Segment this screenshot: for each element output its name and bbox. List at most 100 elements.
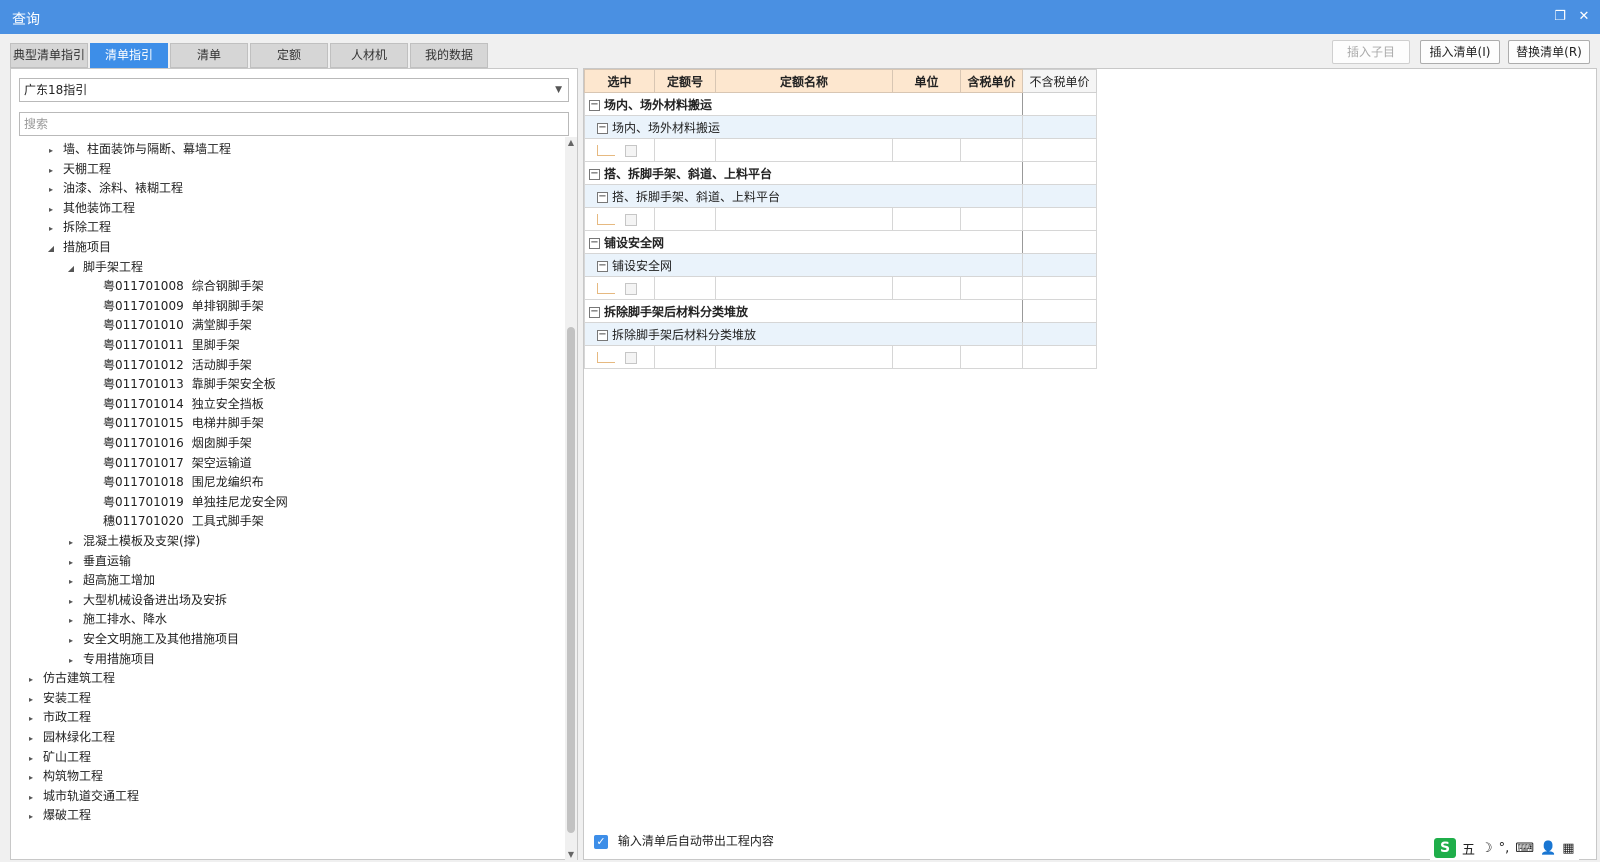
- grid-cell[interactable]: [715, 138, 893, 162]
- scroll-up-icon[interactable]: ▲: [565, 137, 577, 149]
- tree-node[interactable]: ▸ 墙、柱面装饰与隔断、幕墙工程: [45, 139, 231, 159]
- tree-node[interactable]: 粤011701011 里脚手架: [103, 335, 240, 355]
- grid-cell[interactable]: [1022, 253, 1097, 277]
- user-icon[interactable]: 👤: [1540, 841, 1556, 856]
- toolbox-icon[interactable]: ▦: [1562, 841, 1574, 856]
- guide-dropdown[interactable]: 广东18指引 ▼: [19, 78, 569, 102]
- tree-node[interactable]: ▸ 垂直运输: [65, 551, 131, 571]
- input-mode-indicator[interactable]: 五: [1462, 839, 1475, 858]
- grid-cell[interactable]: [1022, 115, 1097, 139]
- tree-node[interactable]: 粤011701013 靠脚手架安全板: [103, 374, 276, 394]
- grid-sub-row[interactable]: − 铺设安全网: [584, 253, 1097, 277]
- tab-list-guide[interactable]: 清单指引: [90, 43, 168, 68]
- grid-leaf-row[interactable]: [584, 345, 1097, 369]
- tree-node[interactable]: ▸ 专用措施项目: [65, 649, 155, 669]
- grid-group-row[interactable]: − 铺设安全网: [584, 230, 1097, 254]
- tree-node[interactable]: 粤011701010 满堂脚手架: [103, 315, 252, 335]
- auto-bring-content-option[interactable]: ✓ 输入清单后自动带出工程内容: [594, 833, 774, 849]
- grid-cell[interactable]: [892, 138, 961, 162]
- tree-node[interactable]: ▸ 其他装饰工程: [45, 198, 135, 218]
- select-checkbox[interactable]: [625, 282, 637, 295]
- collapse-icon[interactable]: −: [589, 237, 600, 249]
- header-quota-no[interactable]: 定额号: [654, 69, 716, 93]
- grid-cell[interactable]: [1022, 207, 1097, 231]
- grid-group-row[interactable]: − 拆除脚手架后材料分类堆放: [584, 299, 1097, 323]
- tree-node[interactable]: 穗011701020 工具式脚手架: [103, 511, 264, 531]
- tree-node[interactable]: 粤011701008 综合钢脚手架: [103, 276, 264, 296]
- expand-arrow-icon[interactable]: ▸: [25, 807, 37, 827]
- tree-node[interactable]: ▸ 超高施工增加: [65, 570, 155, 590]
- sogou-logo-icon[interactable]: S: [1434, 838, 1456, 858]
- grid-cell[interactable]: [654, 345, 716, 369]
- grid-cell[interactable]: [1022, 138, 1097, 162]
- punctuation-icon[interactable]: °,: [1499, 841, 1510, 856]
- grid-leaf-row[interactable]: [584, 276, 1097, 300]
- tree-node[interactable]: ▸ 爆破工程: [25, 805, 91, 825]
- collapse-icon[interactable]: −: [589, 306, 600, 318]
- grid-cell[interactable]: [960, 345, 1023, 369]
- header-quota-name[interactable]: 定额名称: [715, 69, 893, 93]
- tree-node[interactable]: ◢ 脚手架工程: [65, 257, 143, 277]
- tree-node[interactable]: ▸ 拆除工程: [45, 217, 111, 237]
- close-icon[interactable]: ✕: [1576, 9, 1592, 25]
- tab-my-data[interactable]: 我的数据: [410, 43, 488, 68]
- grid-cell[interactable]: [892, 276, 961, 300]
- tree-node[interactable]: 粤011701017 架空运输道: [103, 453, 252, 473]
- grid-cell[interactable]: [715, 207, 893, 231]
- header-unit[interactable]: 单位: [892, 69, 961, 93]
- grid-sub-row[interactable]: − 搭、拆脚手架、斜道、上料平台: [584, 184, 1097, 208]
- tree-node[interactable]: ▸ 施工排水、降水: [65, 609, 167, 629]
- collapse-arrow-icon[interactable]: ◢: [65, 259, 77, 279]
- select-checkbox[interactable]: [625, 351, 637, 364]
- moon-icon[interactable]: ☽: [1481, 841, 1493, 856]
- collapse-icon[interactable]: −: [597, 191, 608, 203]
- tab-typical-list-guide[interactable]: 典型清单指引: [10, 43, 88, 68]
- tree-scrollbar[interactable]: ▲ ▼: [565, 137, 577, 861]
- tree-node[interactable]: ◢ 措施项目: [45, 237, 111, 257]
- grid-cell[interactable]: [1022, 345, 1097, 369]
- header-tax-excl-price[interactable]: 不含税单价: [1022, 69, 1097, 93]
- grid-cell[interactable]: [715, 276, 893, 300]
- tree-node[interactable]: 粤011701014 独立安全挡板: [103, 394, 264, 414]
- scroll-down-icon[interactable]: ▼: [565, 849, 577, 861]
- scroll-thumb[interactable]: [567, 327, 575, 833]
- tree-node[interactable]: ▸ 安全文明施工及其他措施项目: [65, 629, 239, 649]
- tree-node[interactable]: ▸ 构筑物工程: [25, 766, 103, 786]
- grid-cell[interactable]: [960, 207, 1023, 231]
- tree-node[interactable]: ▸ 安装工程: [25, 688, 91, 708]
- tab-list[interactable]: 清单: [170, 43, 248, 68]
- check-icon[interactable]: ✓: [594, 834, 608, 849]
- insert-child-button[interactable]: 插入子目: [1332, 40, 1410, 64]
- tree-node[interactable]: 粤011701012 活动脚手架: [103, 355, 252, 375]
- tree-node[interactable]: ▸ 市政工程: [25, 707, 91, 727]
- grid-cell[interactable]: [960, 276, 1023, 300]
- tree-node[interactable]: ▸ 混凝土模板及支架(撑): [65, 531, 200, 551]
- tree-node[interactable]: 粤011701018 围尼龙编织布: [103, 472, 264, 492]
- grid-cell[interactable]: [1022, 184, 1097, 208]
- tree-node[interactable]: ▸ 天棚工程: [45, 159, 111, 179]
- replace-list-button[interactable]: 替换清单(R): [1508, 40, 1590, 64]
- tree-node[interactable]: ▸ 园林绿化工程: [25, 727, 115, 747]
- grid-cell[interactable]: [1022, 92, 1097, 116]
- grid-sub-row[interactable]: − 场内、场外材料搬运: [584, 115, 1097, 139]
- tab-labor-material-machine[interactable]: 人材机: [330, 43, 408, 68]
- grid-cell[interactable]: [1022, 276, 1097, 300]
- select-checkbox[interactable]: [625, 213, 637, 226]
- header-selected[interactable]: 选中: [584, 69, 655, 93]
- keyboard-icon[interactable]: ⌨: [1515, 841, 1534, 856]
- grid-cell[interactable]: [715, 345, 893, 369]
- grid-cell[interactable]: [1022, 230, 1097, 254]
- grid-cell[interactable]: [1022, 322, 1097, 346]
- tree-node[interactable]: ▸ 油漆、涂料、裱糊工程: [45, 178, 183, 198]
- header-tax-incl-price[interactable]: 含税单价: [960, 69, 1023, 93]
- tree-node[interactable]: 粤011701019 单独挂尼龙安全网: [103, 492, 288, 512]
- tree-node[interactable]: ▸ 矿山工程: [25, 747, 91, 767]
- collapse-icon[interactable]: −: [597, 260, 608, 272]
- tree-node[interactable]: 粤011701015 电梯井脚手架: [103, 413, 264, 433]
- search-input[interactable]: [19, 112, 569, 136]
- tree-node[interactable]: 粤011701016 烟囱脚手架: [103, 433, 252, 453]
- grid-cell[interactable]: [1022, 161, 1097, 185]
- restore-icon[interactable]: ❐: [1552, 9, 1568, 25]
- grid-sub-row[interactable]: − 拆除脚手架后材料分类堆放: [584, 322, 1097, 346]
- tree-node[interactable]: 粤011701009 单排钢脚手架: [103, 296, 264, 316]
